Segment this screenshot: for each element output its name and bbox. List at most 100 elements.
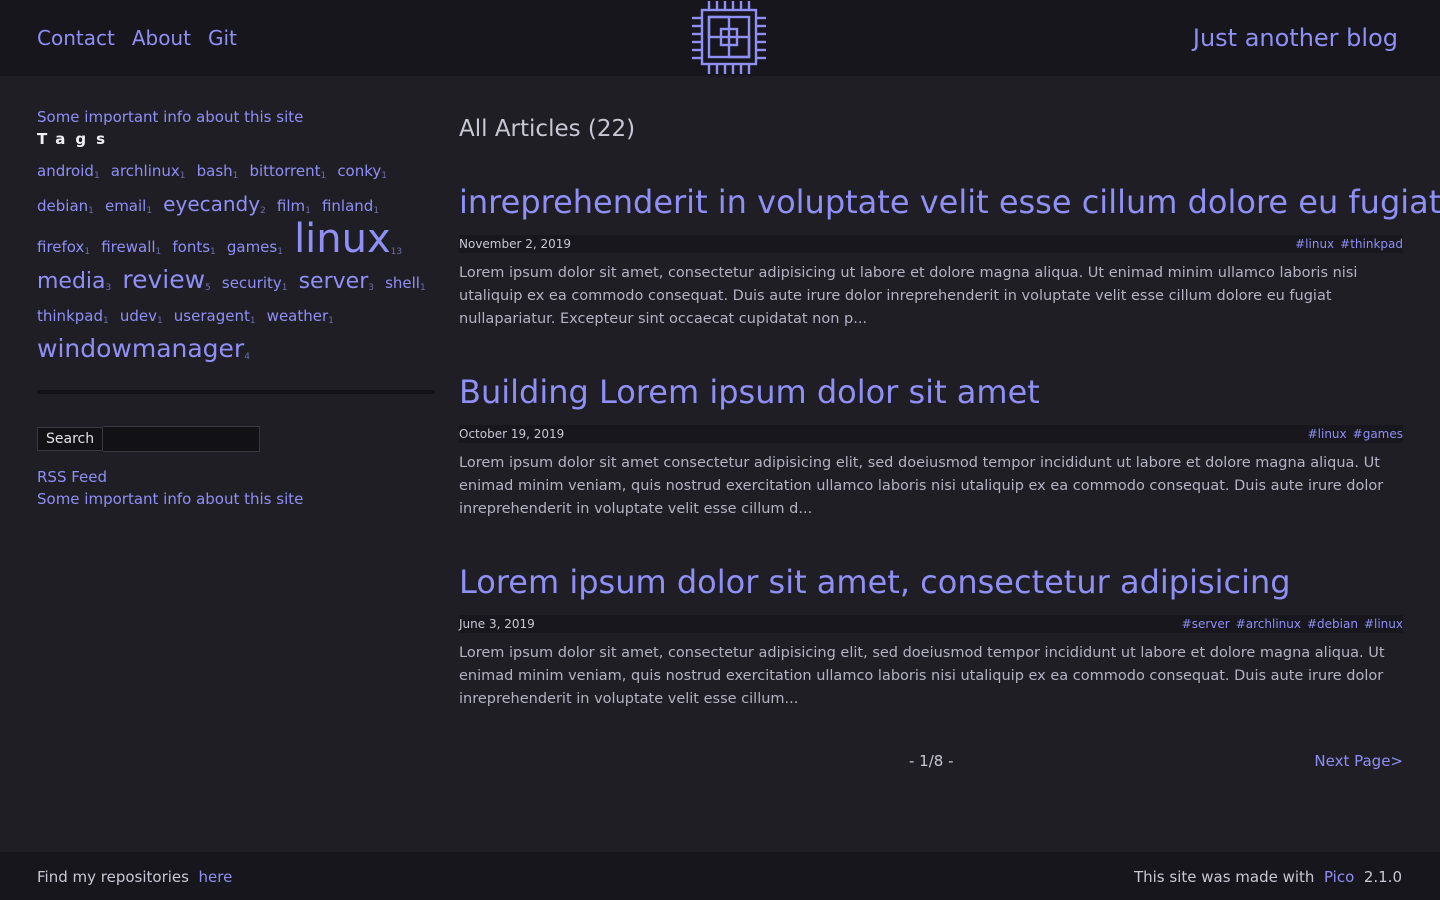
tag-name: security	[221, 274, 282, 292]
article-date: November 2, 2019	[459, 237, 572, 251]
tag-link-archlinux[interactable]: archlinux1	[110, 162, 186, 181]
tag-count: 5	[205, 283, 211, 293]
tag-link-windowmanager[interactable]: windowmanager4	[37, 334, 250, 363]
pico-link[interactable]: Pico	[1324, 868, 1354, 886]
pico-version: 2.1.0	[1363, 868, 1402, 886]
article-meta: October 19, 2019 #linux #games	[459, 425, 1403, 443]
article-excerpt: Lorem ipsum dolor sit amet consectetur a…	[459, 455, 1384, 517]
tag-cloud: android1 archlinux1 bash1 bittorrent1 co…	[37, 156, 435, 370]
article-meta: June 3, 2019 #server #archlinux #debian #li…	[459, 615, 1403, 633]
footer-repos-link[interactable]: here	[199, 868, 233, 886]
tag-link-email[interactable]: email1	[104, 197, 153, 216]
tag-link-games[interactable]: games1	[226, 238, 283, 257]
tag-count: 1	[232, 171, 239, 181]
tag-name: linux	[294, 216, 391, 262]
footer-repos-text: Find my repositories	[37, 868, 189, 886]
tag-link-firefox[interactable]: firefox1	[37, 238, 90, 257]
tag-name: windowmanager	[37, 334, 245, 363]
article-tag-link[interactable]: #archlinux	[1236, 617, 1301, 631]
tag-link-thinkpad[interactable]: thinkpad1	[37, 307, 109, 326]
tag-name: email	[104, 197, 147, 215]
article-tag-link[interactable]: #linux	[1295, 237, 1334, 251]
tag-link-useragent[interactable]: useragent1	[174, 307, 256, 326]
pagination: - 1/8 - Next Page>	[459, 752, 1403, 776]
tag-count: 3	[105, 283, 112, 293]
search-input[interactable]	[103, 426, 261, 452]
tag-count: 1	[277, 247, 283, 257]
article-title-link[interactable]: inreprehenderit in voluptate velit esse …	[459, 182, 1440, 222]
search-form: Search	[37, 426, 435, 452]
tag-count: 1	[381, 171, 388, 181]
search-button[interactable]: Search	[37, 427, 104, 451]
nav-contact-link[interactable]: Contact	[37, 26, 115, 50]
tag-count: 1	[146, 206, 153, 216]
article-tag-link[interactable]: #linux	[1364, 617, 1403, 631]
tag-name: thinkpad	[37, 307, 103, 325]
article-date: June 3, 2019	[459, 617, 535, 631]
tag-link-conky[interactable]: conky1	[337, 162, 388, 181]
tag-count: 1	[419, 283, 426, 293]
important-info-link-bottom[interactable]: Some important info about this site	[37, 488, 435, 510]
tag-name: finland	[321, 197, 374, 215]
tag-count: 1	[328, 316, 334, 326]
article-excerpt: Lorem ipsum dolor sit amet, consectetur …	[459, 265, 1358, 327]
tag-link-film[interactable]: film1	[276, 197, 311, 216]
tag-name: media	[37, 269, 106, 294]
article-tag-link[interactable]: #server	[1182, 617, 1230, 631]
rss-feed-link[interactable]: RSS Feed	[37, 466, 435, 488]
tag-name: weather	[266, 307, 329, 325]
article-tag-link[interactable]: #linux	[1308, 427, 1347, 441]
nav-git-link[interactable]: Git	[208, 26, 237, 50]
article-card: Lorem ipsum dolor sit amet, consectetur …	[459, 562, 1403, 711]
tag-link-android[interactable]: android1	[37, 162, 100, 181]
tag-count: 1	[249, 316, 256, 326]
tag-link-debian[interactable]: debian1	[37, 197, 94, 216]
tag-link-server[interactable]: server3	[299, 269, 374, 294]
tag-name: bittorrent	[249, 162, 321, 180]
article-card: inreprehenderit in voluptate velit esse …	[459, 182, 1440, 331]
tag-count: 1	[179, 171, 186, 181]
tag-link-media[interactable]: media3	[37, 269, 111, 294]
tag-name: games	[226, 238, 278, 256]
top-nav: Contact About Git	[37, 26, 237, 50]
article-excerpt: Lorem ipsum dolor sit amet, consectetur …	[459, 645, 1385, 707]
tag-link-bittorrent[interactable]: bittorrent1	[249, 162, 327, 181]
tag-link-shell[interactable]: shell1	[385, 274, 426, 293]
cpu-chip-icon[interactable]	[690, 0, 770, 76]
tag-name: conky	[337, 162, 382, 180]
tag-name: archlinux	[110, 162, 180, 180]
nav-about-link[interactable]: About	[132, 26, 191, 50]
tag-link-security[interactable]: security1	[221, 274, 288, 293]
tag-link-finland[interactable]: finland1	[321, 197, 379, 216]
article-tag-link[interactable]: #games	[1353, 427, 1403, 441]
article-tag-link[interactable]: #thinkpad	[1340, 237, 1403, 251]
tag-name: udev	[119, 307, 157, 325]
tag-count: 1	[88, 206, 94, 216]
tag-link-review[interactable]: review5	[122, 265, 210, 294]
tag-link-firewall[interactable]: firewall1	[101, 238, 162, 257]
tag-count: 1	[156, 316, 163, 326]
tag-count: 1	[320, 171, 327, 181]
tags-heading: Tags	[37, 130, 116, 148]
tag-count: 1	[155, 247, 162, 257]
tag-link-eyecandy[interactable]: eyecandy2	[163, 192, 266, 216]
article-tag-link[interactable]: #debian	[1307, 617, 1358, 631]
tag-name: eyecandy	[163, 192, 261, 216]
tag-link-fonts[interactable]: fonts1	[172, 238, 215, 257]
sidebar: Some important info about this site Tags…	[37, 106, 435, 510]
article-title-link[interactable]: Building Lorem ipsum dolor sit amet	[459, 372, 1403, 412]
tag-link-bash[interactable]: bash1	[197, 162, 239, 181]
tag-link-weather[interactable]: weather1	[266, 307, 334, 326]
tag-name: film	[276, 197, 306, 215]
next-page-link[interactable]: Next Page>	[1314, 752, 1403, 770]
article-title-link[interactable]: Lorem ipsum dolor sit amet, consectetur …	[459, 562, 1403, 602]
tag-link-udev[interactable]: udev1	[119, 307, 163, 326]
site-title-link[interactable]: Just another blog	[1193, 24, 1398, 52]
main-content: All Articles (22) inreprehenderit in vol…	[459, 112, 1440, 776]
tag-link-linux[interactable]: linux13	[294, 216, 402, 262]
tag-name: fonts	[172, 238, 211, 256]
article-card: Building Lorem ipsum dolor sit amet Octo…	[459, 372, 1403, 521]
important-info-link[interactable]: Some important info about this site	[37, 106, 435, 128]
tag-name: firewall	[101, 238, 156, 256]
tag-name: review	[122, 265, 206, 294]
